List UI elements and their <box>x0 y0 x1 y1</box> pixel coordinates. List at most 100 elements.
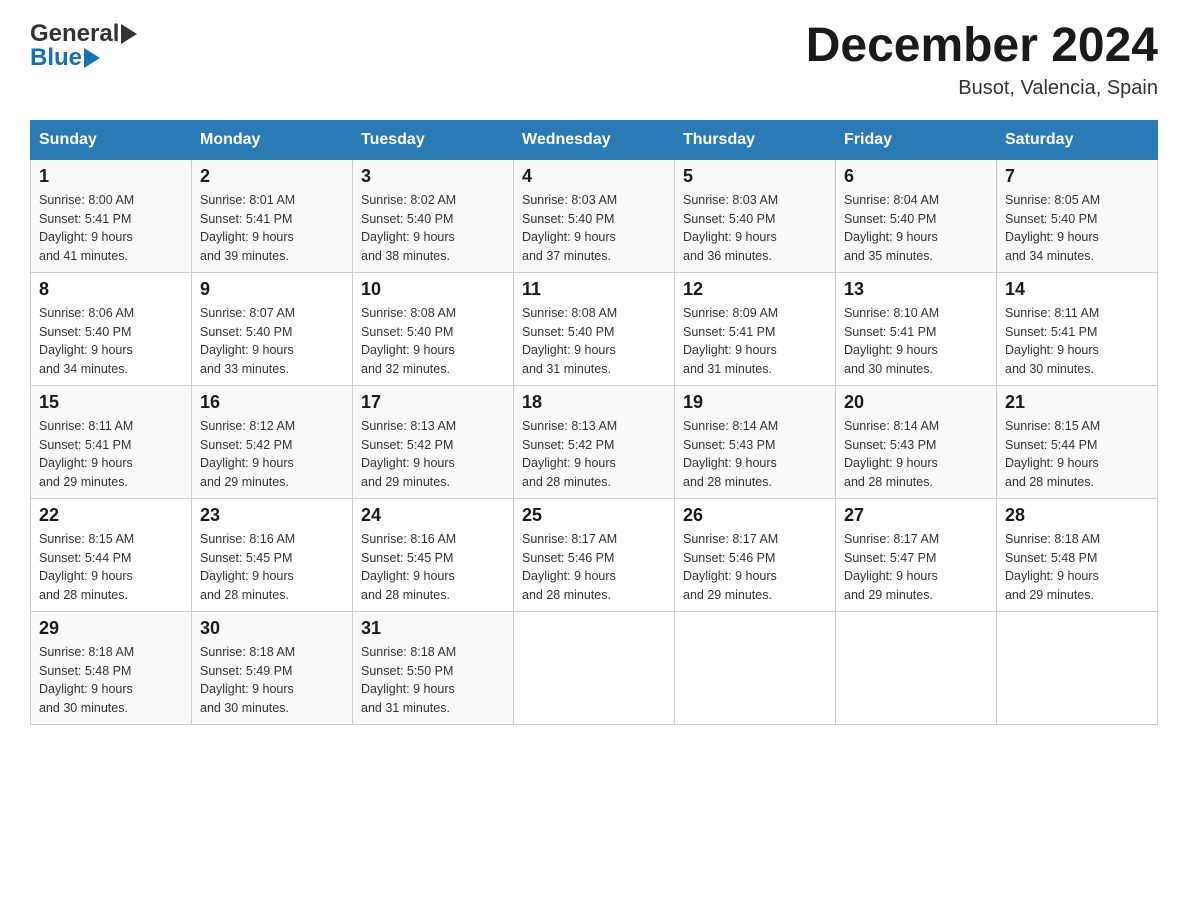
day-number: 27 <box>844 505 988 526</box>
calendar-cell: 29 Sunrise: 8:18 AMSunset: 5:48 PMDaylig… <box>31 611 192 724</box>
calendar-cell: 9 Sunrise: 8:07 AMSunset: 5:40 PMDayligh… <box>192 272 353 385</box>
day-info: Sunrise: 8:06 AMSunset: 5:40 PMDaylight:… <box>39 304 183 379</box>
calendar-cell: 25 Sunrise: 8:17 AMSunset: 5:46 PMDaylig… <box>514 498 675 611</box>
day-info: Sunrise: 8:17 AMSunset: 5:46 PMDaylight:… <box>683 530 827 605</box>
calendar-cell: 1 Sunrise: 8:00 AMSunset: 5:41 PMDayligh… <box>31 159 192 272</box>
weekday-header-friday: Friday <box>836 120 997 159</box>
day-info: Sunrise: 8:03 AMSunset: 5:40 PMDaylight:… <box>522 191 666 266</box>
calendar-cell: 27 Sunrise: 8:17 AMSunset: 5:47 PMDaylig… <box>836 498 997 611</box>
day-info: Sunrise: 8:02 AMSunset: 5:40 PMDaylight:… <box>361 191 505 266</box>
calendar-week-row: 15 Sunrise: 8:11 AMSunset: 5:41 PMDaylig… <box>31 385 1158 498</box>
weekday-header-monday: Monday <box>192 120 353 159</box>
calendar-cell: 26 Sunrise: 8:17 AMSunset: 5:46 PMDaylig… <box>675 498 836 611</box>
day-info: Sunrise: 8:17 AMSunset: 5:46 PMDaylight:… <box>522 530 666 605</box>
day-number: 12 <box>683 279 827 300</box>
day-number: 14 <box>1005 279 1149 300</box>
weekday-header-saturday: Saturday <box>997 120 1158 159</box>
calendar-cell: 31 Sunrise: 8:18 AMSunset: 5:50 PMDaylig… <box>353 611 514 724</box>
weekday-header-thursday: Thursday <box>675 120 836 159</box>
day-number: 17 <box>361 392 505 413</box>
calendar-cell: 11 Sunrise: 8:08 AMSunset: 5:40 PMDaylig… <box>514 272 675 385</box>
day-number: 2 <box>200 166 344 187</box>
day-number: 20 <box>844 392 988 413</box>
calendar-cell: 2 Sunrise: 8:01 AMSunset: 5:41 PMDayligh… <box>192 159 353 272</box>
day-number: 3 <box>361 166 505 187</box>
day-number: 4 <box>522 166 666 187</box>
day-number: 26 <box>683 505 827 526</box>
calendar-cell: 15 Sunrise: 8:11 AMSunset: 5:41 PMDaylig… <box>31 385 192 498</box>
day-info: Sunrise: 8:00 AMSunset: 5:41 PMDaylight:… <box>39 191 183 266</box>
calendar-cell: 16 Sunrise: 8:12 AMSunset: 5:42 PMDaylig… <box>192 385 353 498</box>
logo-arrow-dark <box>121 24 137 44</box>
day-info: Sunrise: 8:18 AMSunset: 5:50 PMDaylight:… <box>361 643 505 718</box>
day-number: 16 <box>200 392 344 413</box>
logo: General Blue <box>30 20 137 72</box>
calendar-week-row: 1 Sunrise: 8:00 AMSunset: 5:41 PMDayligh… <box>31 159 1158 272</box>
day-number: 10 <box>361 279 505 300</box>
calendar-cell: 6 Sunrise: 8:04 AMSunset: 5:40 PMDayligh… <box>836 159 997 272</box>
calendar-cell <box>675 611 836 724</box>
day-info: Sunrise: 8:03 AMSunset: 5:40 PMDaylight:… <box>683 191 827 266</box>
day-number: 22 <box>39 505 183 526</box>
day-number: 24 <box>361 505 505 526</box>
location-text: Busot, Valencia, Spain <box>806 77 1158 100</box>
page-header: General Blue December 2024 Busot, Valenc… <box>30 20 1158 100</box>
day-number: 7 <box>1005 166 1149 187</box>
day-info: Sunrise: 8:09 AMSunset: 5:41 PMDaylight:… <box>683 304 827 379</box>
day-info: Sunrise: 8:18 AMSunset: 5:48 PMDaylight:… <box>1005 530 1149 605</box>
calendar-cell: 24 Sunrise: 8:16 AMSunset: 5:45 PMDaylig… <box>353 498 514 611</box>
weekday-header-sunday: Sunday <box>31 120 192 159</box>
day-info: Sunrise: 8:01 AMSunset: 5:41 PMDaylight:… <box>200 191 344 266</box>
day-number: 6 <box>844 166 988 187</box>
calendar-cell <box>836 611 997 724</box>
day-number: 23 <box>200 505 344 526</box>
calendar-cell: 22 Sunrise: 8:15 AMSunset: 5:44 PMDaylig… <box>31 498 192 611</box>
logo-blue-text: Blue <box>30 44 82 72</box>
day-info: Sunrise: 8:11 AMSunset: 5:41 PMDaylight:… <box>1005 304 1149 379</box>
day-number: 5 <box>683 166 827 187</box>
day-info: Sunrise: 8:18 AMSunset: 5:49 PMDaylight:… <box>200 643 344 718</box>
day-number: 1 <box>39 166 183 187</box>
day-number: 28 <box>1005 505 1149 526</box>
calendar-week-row: 22 Sunrise: 8:15 AMSunset: 5:44 PMDaylig… <box>31 498 1158 611</box>
calendar-cell: 19 Sunrise: 8:14 AMSunset: 5:43 PMDaylig… <box>675 385 836 498</box>
calendar-table: SundayMondayTuesdayWednesdayThursdayFrid… <box>30 120 1158 725</box>
day-number: 25 <box>522 505 666 526</box>
day-number: 8 <box>39 279 183 300</box>
day-number: 31 <box>361 618 505 639</box>
day-number: 30 <box>200 618 344 639</box>
day-number: 19 <box>683 392 827 413</box>
weekday-header-row: SundayMondayTuesdayWednesdayThursdayFrid… <box>31 120 1158 159</box>
calendar-cell: 8 Sunrise: 8:06 AMSunset: 5:40 PMDayligh… <box>31 272 192 385</box>
calendar-week-row: 29 Sunrise: 8:18 AMSunset: 5:48 PMDaylig… <box>31 611 1158 724</box>
calendar-cell: 4 Sunrise: 8:03 AMSunset: 5:40 PMDayligh… <box>514 159 675 272</box>
month-title: December 2024 <box>806 20 1158 73</box>
calendar-cell: 28 Sunrise: 8:18 AMSunset: 5:48 PMDaylig… <box>997 498 1158 611</box>
day-info: Sunrise: 8:16 AMSunset: 5:45 PMDaylight:… <box>361 530 505 605</box>
calendar-cell: 7 Sunrise: 8:05 AMSunset: 5:40 PMDayligh… <box>997 159 1158 272</box>
calendar-cell: 14 Sunrise: 8:11 AMSunset: 5:41 PMDaylig… <box>997 272 1158 385</box>
day-info: Sunrise: 8:08 AMSunset: 5:40 PMDaylight:… <box>522 304 666 379</box>
day-info: Sunrise: 8:18 AMSunset: 5:48 PMDaylight:… <box>39 643 183 718</box>
calendar-week-row: 8 Sunrise: 8:06 AMSunset: 5:40 PMDayligh… <box>31 272 1158 385</box>
day-info: Sunrise: 8:13 AMSunset: 5:42 PMDaylight:… <box>361 417 505 492</box>
weekday-header-wednesday: Wednesday <box>514 120 675 159</box>
calendar-cell: 13 Sunrise: 8:10 AMSunset: 5:41 PMDaylig… <box>836 272 997 385</box>
logo-arrow-blue <box>84 48 100 68</box>
calendar-cell: 21 Sunrise: 8:15 AMSunset: 5:44 PMDaylig… <box>997 385 1158 498</box>
day-info: Sunrise: 8:15 AMSunset: 5:44 PMDaylight:… <box>39 530 183 605</box>
day-number: 18 <box>522 392 666 413</box>
calendar-cell: 20 Sunrise: 8:14 AMSunset: 5:43 PMDaylig… <box>836 385 997 498</box>
calendar-cell <box>997 611 1158 724</box>
day-info: Sunrise: 8:14 AMSunset: 5:43 PMDaylight:… <box>844 417 988 492</box>
title-area: December 2024 Busot, Valencia, Spain <box>806 20 1158 100</box>
weekday-header-tuesday: Tuesday <box>353 120 514 159</box>
day-info: Sunrise: 8:07 AMSunset: 5:40 PMDaylight:… <box>200 304 344 379</box>
day-number: 9 <box>200 279 344 300</box>
calendar-cell <box>514 611 675 724</box>
day-info: Sunrise: 8:05 AMSunset: 5:40 PMDaylight:… <box>1005 191 1149 266</box>
day-info: Sunrise: 8:14 AMSunset: 5:43 PMDaylight:… <box>683 417 827 492</box>
day-info: Sunrise: 8:08 AMSunset: 5:40 PMDaylight:… <box>361 304 505 379</box>
calendar-cell: 30 Sunrise: 8:18 AMSunset: 5:49 PMDaylig… <box>192 611 353 724</box>
day-info: Sunrise: 8:11 AMSunset: 5:41 PMDaylight:… <box>39 417 183 492</box>
